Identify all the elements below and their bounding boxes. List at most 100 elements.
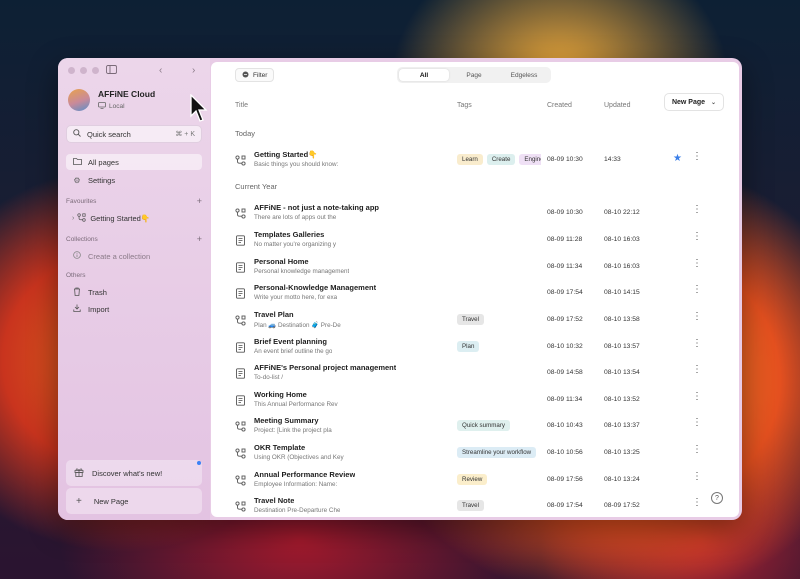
close-window-button[interactable] bbox=[68, 67, 75, 74]
row-title[interactable]: Travel Plan bbox=[254, 310, 294, 319]
back-arrow-icon[interactable]: ‹ bbox=[159, 65, 162, 76]
collections-section-label: Collections + bbox=[66, 235, 202, 244]
folder-icon bbox=[72, 157, 82, 167]
chevron-right-icon[interactable]: › bbox=[72, 215, 74, 222]
column-header-updated[interactable]: Updated bbox=[604, 102, 630, 109]
collections-label: Collections bbox=[66, 236, 98, 243]
tag-badge[interactable]: Create bbox=[486, 154, 516, 165]
more-options-icon[interactable]: ⋮ bbox=[692, 445, 702, 455]
mouse-cursor-icon bbox=[190, 94, 208, 122]
tag-badge[interactable]: Plan bbox=[457, 341, 480, 352]
new-page-button[interactable]: New Page ⌄ bbox=[664, 93, 724, 111]
tab-page[interactable]: Page bbox=[449, 69, 499, 81]
row-title[interactable]: Personal-Knowledge Management bbox=[254, 283, 376, 292]
row-title[interactable]: Travel Note bbox=[254, 496, 294, 505]
row-title[interactable]: Brief Event planning bbox=[254, 337, 327, 346]
table-row[interactable]: Templates Galleries No matter you're org… bbox=[211, 226, 739, 252]
table-row[interactable]: Meeting Summary Project: [Link the proje… bbox=[211, 412, 739, 438]
row-created: 08-09 11:34 bbox=[547, 263, 583, 270]
row-tags: Streamline your workflow bbox=[457, 447, 541, 458]
more-options-icon[interactable]: ⋮ bbox=[692, 259, 702, 269]
workspace-switcher[interactable]: AFFiNE Cloud Local bbox=[68, 89, 155, 111]
quick-search-button[interactable]: Quick search ⌘ + K bbox=[66, 125, 202, 143]
tag-badge[interactable]: Review bbox=[457, 474, 488, 485]
sidebar-item-import[interactable]: Import bbox=[66, 301, 202, 317]
table-row[interactable]: AFFiNE's Personal project management To-… bbox=[211, 359, 739, 385]
more-options-icon[interactable]: ⋮ bbox=[692, 498, 702, 508]
tag-badge[interactable]: Learn bbox=[457, 154, 483, 165]
column-header-tags[interactable]: Tags bbox=[457, 102, 472, 109]
tag-badge[interactable]: Streamline your workflow bbox=[457, 447, 537, 458]
table-row[interactable]: Travel Note Destination Pre-Departure Ch… bbox=[211, 492, 739, 517]
row-created: 08-09 14:58 bbox=[547, 369, 583, 376]
forward-arrow-icon[interactable]: › bbox=[192, 65, 195, 76]
row-title[interactable]: AFFiNE's Personal project management bbox=[254, 363, 396, 372]
row-tags: Quick summary bbox=[457, 420, 541, 431]
table-row[interactable]: Travel Plan Plan 🚙 Destination 🧳 Pre-De … bbox=[211, 306, 739, 332]
row-preview: Project: [Link the project pla bbox=[254, 427, 332, 434]
row-title[interactable]: AFFiNE - not just a note-taking app bbox=[254, 203, 379, 212]
table-row[interactable]: Getting Started👇 Basic things you should… bbox=[211, 146, 739, 172]
sidebar-item-create-collection[interactable]: Create a collection bbox=[66, 248, 202, 264]
edgeless-icon bbox=[77, 212, 86, 224]
maximize-window-button[interactable] bbox=[92, 67, 99, 74]
row-title[interactable]: Meeting Summary bbox=[254, 416, 319, 425]
row-title[interactable]: Working Home bbox=[254, 390, 307, 399]
tag-badge[interactable]: Travel bbox=[457, 314, 484, 325]
row-title[interactable]: OKR Template bbox=[254, 443, 305, 452]
row-title[interactable]: Personal Home bbox=[254, 257, 309, 266]
sidebar-new-page-button[interactable]: + New Page bbox=[66, 488, 202, 514]
row-preview: There are lots of apps out the bbox=[254, 214, 337, 221]
more-options-icon[interactable]: ⋮ bbox=[692, 365, 702, 375]
row-title[interactable]: Annual Performance Review bbox=[254, 470, 355, 479]
sidebar-item-all-pages[interactable]: All pages bbox=[66, 154, 202, 170]
more-options-icon[interactable]: ⋮ bbox=[692, 312, 702, 322]
tag-badge[interactable]: Engineering bbox=[519, 154, 541, 165]
sidebar-item-label: Create a collection bbox=[88, 251, 151, 261]
more-options-icon[interactable]: ⋮ bbox=[692, 392, 702, 402]
favourite-star-icon[interactable]: ★ bbox=[673, 153, 682, 164]
sidebar-item-getting-started[interactable]: › Getting Started👇 bbox=[66, 210, 202, 226]
table-row[interactable]: Brief Event planning An event brief outl… bbox=[211, 333, 739, 359]
more-options-icon[interactable]: ⋮ bbox=[692, 285, 702, 295]
help-button[interactable]: ? bbox=[711, 492, 723, 504]
row-preview: Basic things you should know: bbox=[254, 161, 339, 168]
chevron-down-icon[interactable]: ⌄ bbox=[711, 99, 716, 106]
row-created: 08-09 10:30 bbox=[547, 209, 583, 216]
add-collection-icon[interactable]: + bbox=[197, 235, 202, 244]
table-row[interactable]: OKR Template Using OKR (Objectives and K… bbox=[211, 439, 739, 465]
more-options-icon[interactable]: ⋮ bbox=[692, 152, 702, 162]
favourites-section-label: Favourites + bbox=[66, 197, 202, 206]
sidebar-toggle-icon[interactable] bbox=[106, 65, 117, 77]
more-options-icon[interactable]: ⋮ bbox=[692, 418, 702, 428]
discover-whats-new-button[interactable]: Discover what's new! bbox=[66, 460, 202, 486]
row-updated: 08-10 16:03 bbox=[604, 263, 640, 270]
row-created: 08-09 17:54 bbox=[547, 502, 583, 509]
filter-button[interactable]: Filter bbox=[235, 68, 275, 82]
column-header-title[interactable]: Title bbox=[235, 102, 248, 109]
table-row[interactable]: AFFiNE - not just a note-taking app Ther… bbox=[211, 199, 739, 225]
column-header-created[interactable]: Created bbox=[547, 102, 572, 109]
page-icon bbox=[235, 260, 246, 273]
tag-badge[interactable]: Travel bbox=[457, 500, 484, 511]
more-options-icon[interactable]: ⋮ bbox=[692, 232, 702, 242]
more-options-icon[interactable]: ⋮ bbox=[692, 205, 702, 215]
table-row[interactable]: Personal-Knowledge Management Write your… bbox=[211, 279, 739, 305]
sidebar-item-settings[interactable]: ⚙ Settings bbox=[66, 172, 202, 188]
row-title[interactable]: Templates Galleries bbox=[254, 230, 324, 239]
favourites-label: Favourites bbox=[66, 198, 97, 205]
row-title[interactable]: Getting Started👇 bbox=[254, 150, 318, 159]
more-options-icon[interactable]: ⋮ bbox=[692, 339, 702, 349]
tab-all[interactable]: All bbox=[399, 69, 449, 81]
table-row[interactable]: Working Home This Annual Performance Rev… bbox=[211, 386, 739, 412]
add-favourite-icon[interactable]: + bbox=[197, 197, 202, 206]
table-row[interactable]: Personal Home Personal knowledge managem… bbox=[211, 253, 739, 279]
tag-badge[interactable]: Quick summary bbox=[457, 420, 510, 431]
table-row[interactable]: Annual Performance Review Employee Infor… bbox=[211, 466, 739, 492]
more-options-icon[interactable]: ⋮ bbox=[692, 472, 702, 482]
minimize-window-button[interactable] bbox=[80, 67, 87, 74]
row-updated: 08-09 17:52 bbox=[604, 502, 640, 509]
tab-edgeless[interactable]: Edgeless bbox=[499, 69, 549, 81]
sidebar: ‹ › AFFiNE Cloud Local Quick search ⌘ + … bbox=[58, 58, 210, 520]
sidebar-item-trash[interactable]: Trash bbox=[66, 284, 202, 300]
